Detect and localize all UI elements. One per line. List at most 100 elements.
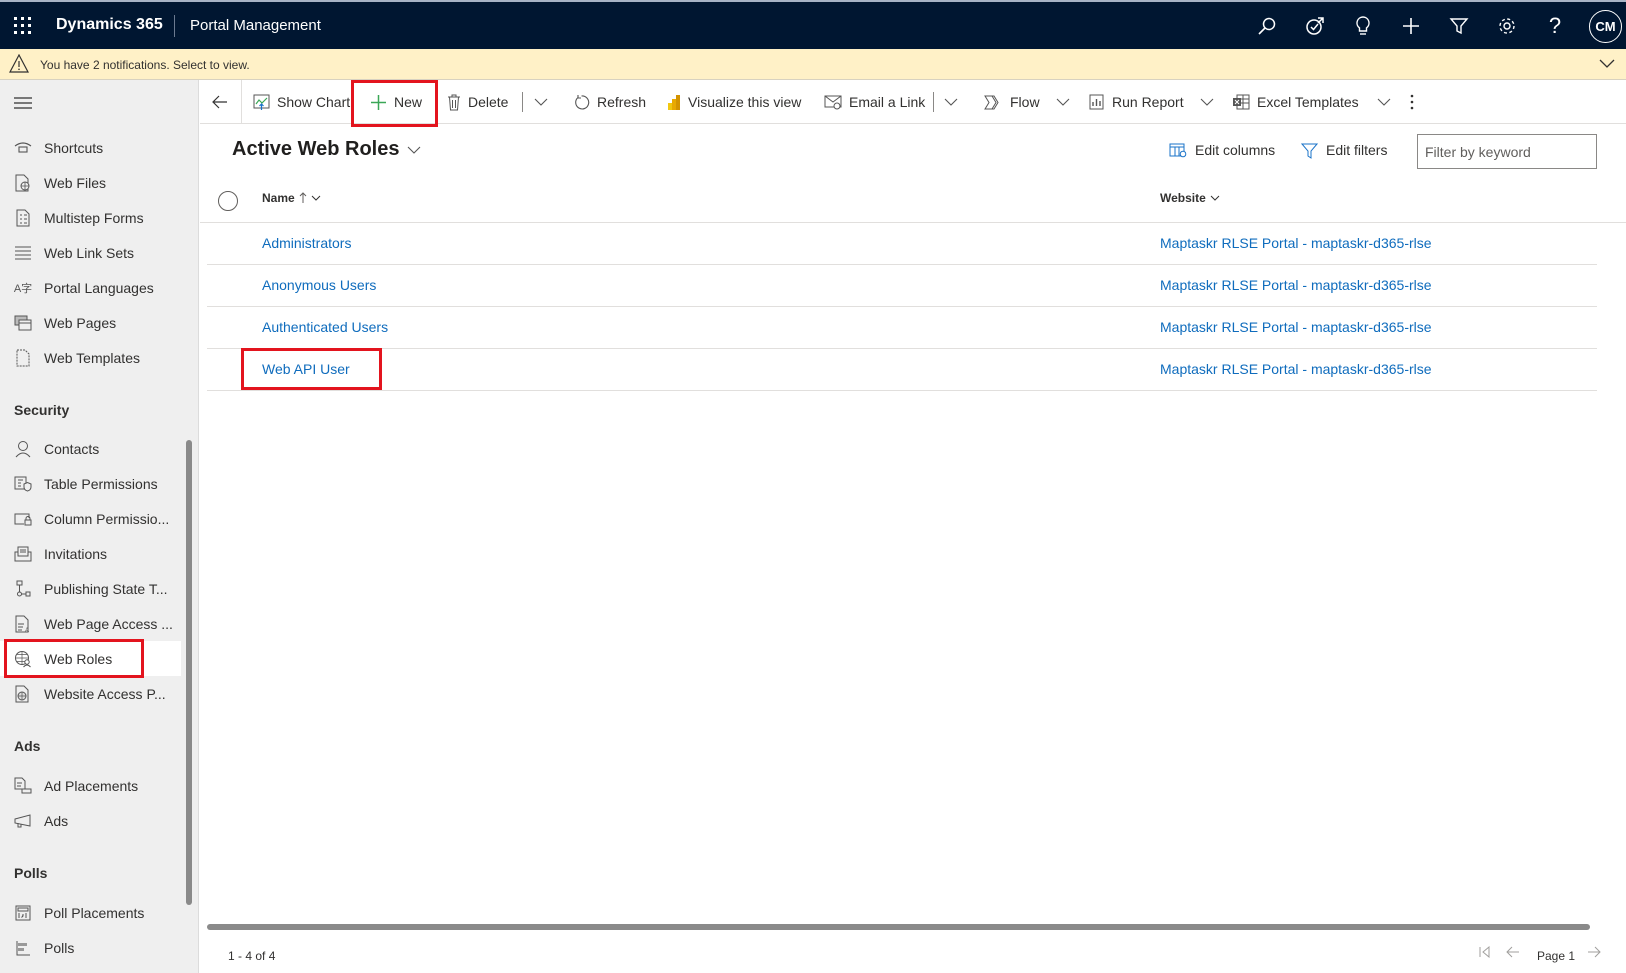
view-selector[interactable]: Active Web Roles bbox=[232, 138, 421, 161]
sidebar-item-web-roles[interactable]: Web Roles bbox=[0, 641, 181, 676]
form-icon bbox=[13, 208, 33, 228]
excel-templates-button[interactable]: Excel Templates bbox=[1232, 80, 1391, 124]
sidebar-item-web-page-access[interactable]: A Web Page Access ... bbox=[0, 606, 181, 641]
column-header-name[interactable]: Name bbox=[262, 191, 321, 205]
sidebar-item-ads[interactable]: Ads bbox=[0, 803, 181, 838]
chevron-down-icon[interactable] bbox=[1598, 56, 1616, 70]
column-header-website[interactable]: Website bbox=[1160, 191, 1220, 205]
edit-columns-button[interactable]: Edit columns bbox=[1169, 136, 1275, 164]
poll-icon bbox=[13, 938, 33, 958]
command-bar: Show Chart New Delete Refresh Visualize … bbox=[200, 80, 1626, 124]
row-website-link[interactable]: Maptaskr RLSE Portal - maptaskr-d365-rls… bbox=[1160, 361, 1432, 377]
sidebar-item-column-permissions[interactable]: Column Permissio... bbox=[0, 501, 181, 536]
main-content: Active Web Roles Edit columns Edit filte… bbox=[200, 124, 1626, 973]
sidebar-item-publishing-state[interactable]: Publishing State T... bbox=[0, 571, 181, 606]
show-chart-button[interactable]: Show Chart bbox=[253, 80, 350, 124]
refresh-button[interactable]: Refresh bbox=[573, 80, 646, 124]
app-name[interactable]: Portal Management bbox=[190, 17, 321, 34]
notification-bar[interactable]: You have 2 notifications. Select to view… bbox=[0, 49, 1626, 80]
shortcuts-icon bbox=[13, 138, 33, 158]
row-name-link[interactable]: Anonymous Users bbox=[262, 277, 376, 293]
filter-keyword-input[interactable] bbox=[1417, 134, 1597, 169]
more-dropdown[interactable] bbox=[944, 80, 958, 124]
megaphone-icon bbox=[13, 811, 33, 831]
task-icon[interactable] bbox=[1302, 13, 1328, 39]
chevron-down-icon bbox=[1200, 97, 1214, 107]
chevron-down-icon bbox=[1210, 194, 1220, 202]
filter-icon[interactable] bbox=[1446, 13, 1472, 39]
row-website-link[interactable]: Maptaskr RLSE Portal - maptaskr-d365-rls… bbox=[1160, 319, 1432, 335]
page-access-icon: A bbox=[13, 614, 33, 634]
user-avatar[interactable]: CM bbox=[1589, 10, 1622, 43]
ad-placement-icon bbox=[13, 776, 33, 796]
row-name-link[interactable]: Authenticated Users bbox=[262, 319, 388, 335]
previous-page-button[interactable] bbox=[1506, 946, 1520, 958]
invitation-icon bbox=[13, 544, 33, 564]
sidebar-item-contacts[interactable]: Contacts bbox=[0, 431, 181, 466]
flow-icon bbox=[984, 95, 1003, 110]
sidebar-item-ad-placements[interactable]: Ad Placements bbox=[0, 768, 181, 803]
table-shield-icon bbox=[13, 474, 33, 494]
section-security: Security bbox=[14, 402, 70, 418]
select-all-checkbox[interactable] bbox=[218, 191, 238, 211]
sidebar-item-shortcuts[interactable]: Shortcuts bbox=[0, 130, 181, 165]
flow-state-icon bbox=[13, 579, 33, 599]
first-page-button[interactable] bbox=[1479, 946, 1491, 958]
sidebar-item-web-templates[interactable]: Web Templates bbox=[0, 340, 181, 375]
run-report-button[interactable]: Run Report bbox=[1088, 80, 1214, 124]
chevron-down-icon bbox=[1056, 97, 1070, 107]
delete-button[interactable]: Delete bbox=[447, 80, 508, 124]
plus-icon[interactable] bbox=[1398, 13, 1424, 39]
gear-icon[interactable] bbox=[1494, 13, 1520, 39]
search-icon[interactable] bbox=[1254, 13, 1280, 39]
visualize-view-button[interactable]: Visualize this view bbox=[667, 80, 801, 124]
report-icon bbox=[1088, 94, 1105, 111]
divider bbox=[207, 264, 1597, 265]
chevron-down-icon bbox=[1377, 97, 1391, 107]
record-count: 1 - 4 of 4 bbox=[228, 949, 276, 963]
horizontal-scrollbar[interactable] bbox=[207, 924, 1590, 930]
email-link-button[interactable]: Email a Link bbox=[824, 80, 925, 124]
row-name-link[interactable]: Administrators bbox=[262, 235, 351, 251]
sidebar-item-portal-languages[interactable]: A字 Portal Languages bbox=[0, 270, 181, 305]
delete-more-dropdown[interactable] bbox=[534, 80, 548, 124]
sidebar-item-invitations[interactable]: Invitations bbox=[0, 536, 181, 571]
notification-text[interactable]: You have 2 notifications. Select to view… bbox=[40, 58, 250, 72]
email-link-icon bbox=[824, 95, 842, 110]
sidebar-item-web-pages[interactable]: Web Pages bbox=[0, 305, 181, 340]
power-bi-icon bbox=[667, 94, 681, 111]
edit-columns-icon bbox=[1169, 142, 1187, 158]
row-website-link[interactable]: Maptaskr RLSE Portal - maptaskr-d365-rls… bbox=[1160, 277, 1432, 293]
top-nav-bar: Dynamics 365 Portal Management ? CM bbox=[0, 0, 1626, 49]
row-website-link[interactable]: Maptaskr RLSE Portal - maptaskr-d365-rls… bbox=[1160, 235, 1432, 251]
sidebar-item-web-link-sets[interactable]: Web Link Sets bbox=[0, 235, 181, 270]
list-icon bbox=[13, 243, 33, 263]
row-name-link[interactable]: Web API User bbox=[262, 361, 350, 377]
svg-text:A: A bbox=[25, 628, 29, 633]
column-lock-icon bbox=[13, 509, 33, 529]
lightbulb-icon[interactable] bbox=[1350, 13, 1376, 39]
divider bbox=[207, 306, 1597, 307]
flow-button[interactable]: Flow bbox=[984, 80, 1070, 124]
chevron-down-icon bbox=[311, 194, 321, 202]
brand-title[interactable]: Dynamics 365 bbox=[56, 16, 163, 34]
back-button[interactable] bbox=[212, 80, 228, 124]
new-button[interactable]: New bbox=[370, 80, 422, 124]
next-page-button[interactable] bbox=[1587, 946, 1601, 958]
edit-filters-button[interactable]: Edit filters bbox=[1301, 136, 1387, 164]
excel-icon bbox=[1232, 94, 1250, 110]
divider bbox=[241, 80, 242, 124]
sort-ascending-icon bbox=[299, 192, 307, 204]
sidebar-item-poll-placements[interactable]: Poll Placements bbox=[0, 895, 181, 930]
sidebar-item-table-permissions[interactable]: Table Permissions bbox=[0, 466, 181, 501]
sidebar-item-website-access[interactable]: Website Access P... bbox=[0, 676, 181, 711]
app-launcher-icon[interactable] bbox=[14, 17, 32, 35]
help-icon[interactable]: ? bbox=[1542, 13, 1568, 39]
more-commands-button[interactable] bbox=[1410, 80, 1414, 124]
hamburger-menu-icon[interactable] bbox=[14, 96, 32, 110]
divider bbox=[174, 15, 175, 37]
sidebar-item-multistep-forms[interactable]: Multistep Forms bbox=[0, 200, 181, 235]
sidebar-item-polls[interactable]: Polls bbox=[0, 930, 181, 965]
sidebar-scrollbar[interactable] bbox=[186, 440, 192, 905]
sidebar-item-web-files[interactable]: Web Files bbox=[0, 165, 181, 200]
